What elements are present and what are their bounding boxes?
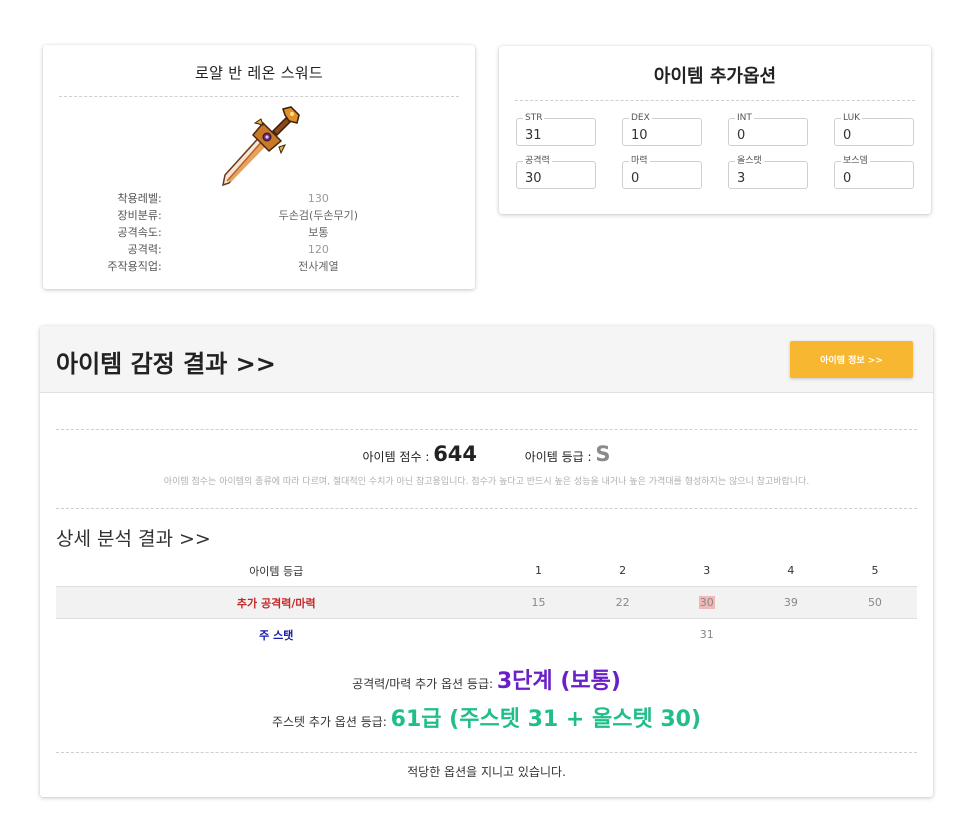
table-cell: 50 [832, 586, 917, 619]
main-grade-value: 61급 (주스텟 31 + 올스텟 30) [390, 707, 702, 732]
attack-field: 공격력 [516, 155, 596, 189]
stat-label: 공격력: [127, 243, 162, 256]
options-title: 아이템 추가옵션 [653, 66, 777, 87]
grade-number: 5 [871, 564, 879, 577]
magic-field: 마력 [622, 155, 702, 189]
appraisal-result-card: 아이템 감정 결과 >> 아이템 정보 >> 아이템 점수 : 644 아이템 … [40, 326, 933, 797]
table-row: 주 스탯 31 [56, 619, 917, 651]
highlighted-cell: 30 [698, 596, 715, 609]
item-info-card: 로얄 반 레온 스워드 착용레벨: 130 장비분류: 두손검(두손무기) 공격… [43, 45, 475, 289]
boss-damage-input[interactable] [835, 162, 913, 188]
stat-label: 장비분류: [117, 209, 162, 222]
dex-field: DEX [622, 112, 702, 146]
stat-label: 공격속도: [117, 226, 162, 239]
atk-grade-line: 공격력/마력 추가 옵션 등급: 3단계 (보통) [40, 663, 933, 695]
str-field: STR [516, 112, 596, 146]
grade-number: 4 [787, 564, 795, 577]
grade-table: 아이템 등급 1 2 3 4 5 추가 공격력/마력 15 22 30 39 5… [56, 555, 917, 650]
dex-input[interactable] [623, 119, 701, 145]
boss-damage-field: 보스뎀 [834, 155, 914, 189]
divider [56, 752, 917, 753]
divider [56, 508, 917, 509]
stat-row-job: 주작용직업: 전사계열 [43, 258, 475, 275]
main-grade-line: 주스텟 추가 옵션 등급: 61급 (주스텟 31 + 올스텟 30) [40, 701, 933, 733]
grade-label: 아이템 등급 : [524, 450, 592, 464]
verdict-text: 적당한 옵션을 지니고 있습니다. [407, 765, 566, 779]
stat-row-attack: 공격력: 120 [43, 241, 475, 258]
allstat-field: 올스탯 [728, 155, 808, 189]
luk-input[interactable] [835, 119, 913, 145]
grade-number: 3 [703, 564, 711, 577]
score-disclaimer: 아이템 점수는 아이템의 종류에 따라 다르며, 절대적인 수치가 아닌 참고용… [163, 477, 810, 487]
grade-number: 2 [619, 564, 627, 577]
allstat-input[interactable] [729, 162, 807, 188]
atk-grade-value: 3단계 (보통) [496, 669, 621, 694]
magic-input[interactable] [623, 162, 701, 188]
sword-icon [222, 106, 300, 187]
table-cell: 15 [496, 586, 581, 619]
int-field: INT [728, 112, 808, 146]
result-header: 아이템 감정 결과 >> 아이템 정보 >> [40, 326, 933, 393]
stat-row-level: 착용레벨: 130 [43, 190, 475, 207]
item-grade: S [595, 442, 611, 466]
item-info-button[interactable]: 아이템 정보 >> [790, 341, 913, 378]
stat-value: 130 [307, 192, 329, 205]
detail-title: 상세 분석 결과 >> [56, 528, 211, 550]
stat-value: 보통 [308, 226, 329, 239]
divider [59, 96, 459, 97]
attack-input[interactable] [517, 162, 595, 188]
item-name: 로얄 반 레온 스워드 [194, 64, 323, 82]
str-input[interactable] [517, 119, 595, 145]
table-cell: 39 [748, 586, 833, 619]
item-options-card: 아이템 추가옵션 STR DEX INT LUK 공격력 마력 올스탯 보스뎀 [499, 46, 931, 214]
int-input[interactable] [729, 119, 807, 145]
divider [56, 429, 917, 430]
stat-value: 두손검(두손무기) [278, 209, 359, 222]
stat-row-speed: 공격속도: 보통 [43, 224, 475, 241]
atk-row-label: 추가 공격력/마력 [236, 596, 316, 610]
table-row: 추가 공격력/마력 15 22 30 39 50 [56, 586, 917, 619]
main-stat-row-label: 주 스탯 [259, 628, 294, 642]
table-cell: 22 [580, 586, 665, 619]
stat-value: 전사계열 [298, 260, 339, 273]
atk-grade-label: 공격력/마력 추가 옵션 등급: [352, 677, 494, 691]
grade-number: 1 [535, 564, 543, 577]
luk-field: LUK [834, 112, 914, 146]
stat-row-category: 장비분류: 두손검(두손무기) [43, 207, 475, 224]
item-stats: 착용레벨: 130 장비분류: 두손검(두손무기) 공격속도: 보통 공격력: … [43, 190, 475, 275]
stat-label: 주작용직업: [107, 260, 162, 273]
item-score: 644 [433, 442, 478, 466]
stat-label: 착용레벨: [117, 192, 162, 205]
score-label: 아이템 점수 : [362, 450, 430, 464]
table-header-row: 아이템 등급 1 2 3 4 5 [56, 555, 917, 587]
stat-value: 120 [307, 243, 329, 256]
table-cell: 31 [699, 628, 714, 641]
main-grade-label: 주스텟 추가 옵션 등급: [271, 715, 387, 729]
divider [515, 100, 915, 101]
result-title: 아이템 감정 결과 >> [56, 350, 276, 378]
table-header-label: 아이템 등급 [249, 564, 304, 578]
score-line: 아이템 점수 : 644 아이템 등급 : S [40, 442, 933, 466]
